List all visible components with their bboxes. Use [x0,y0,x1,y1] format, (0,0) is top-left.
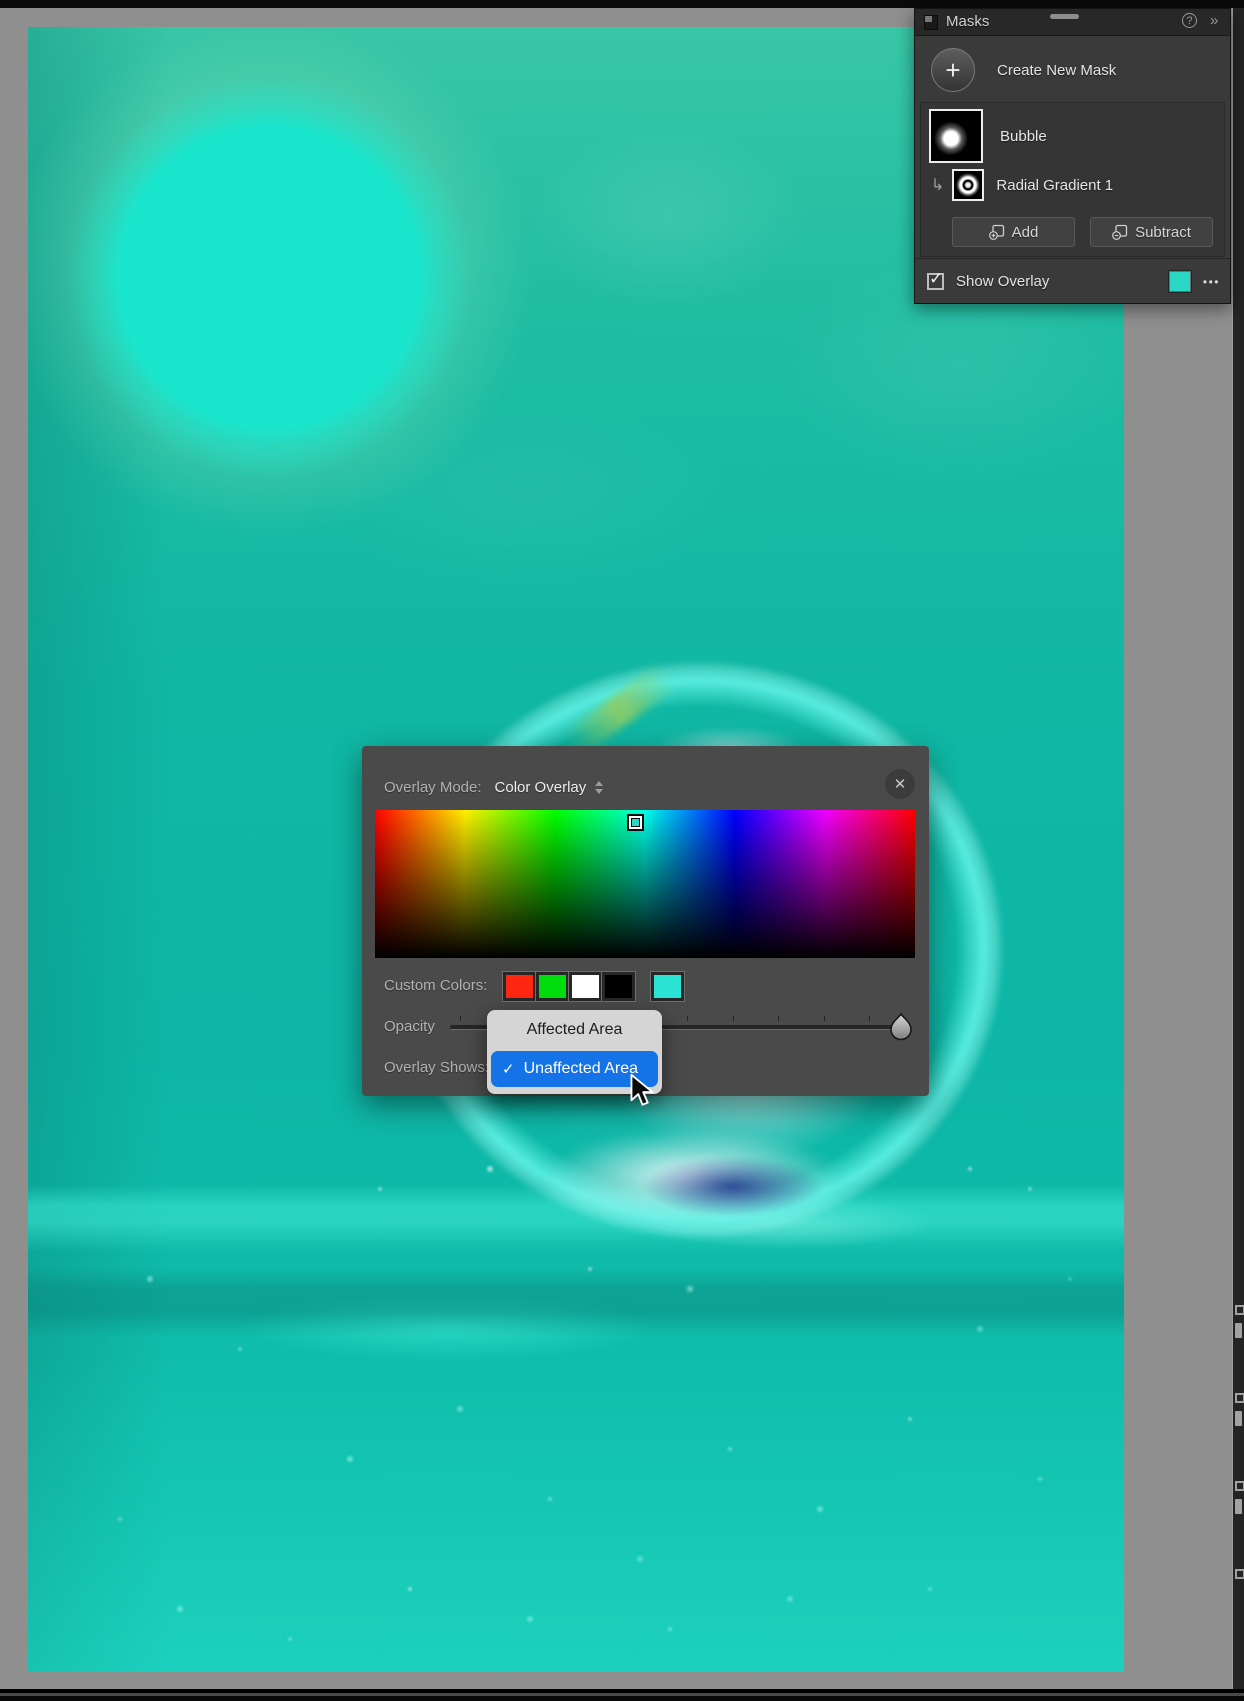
show-overlay-checkbox[interactable]: ✓ [927,269,944,290]
overlay-color-swatch[interactable] [1168,271,1191,292]
close-icon[interactable]: ✕ [885,769,915,799]
clipped-panel-glyph [1235,1411,1242,1426]
ice-shadow [620,1149,845,1224]
clipped-panel-glyph [1235,1393,1244,1403]
clipped-panel-glyph [1235,1323,1242,1338]
mask-component-radial-gradient[interactable]: ↳ Radial Gradient 1 [929,169,1216,201]
opacity-label: Opacity [384,1018,435,1035]
mask-component-thumbnail[interactable] [952,169,985,201]
mask-name: Bubble [1000,127,1047,145]
lightroom-workspace: { "masks_panel": { "title": "Masks", "he… [0,0,1244,1701]
subtract-button[interactable]: Subtract [1090,217,1213,247]
panel-icon [924,15,938,30]
active-color-swatch[interactable] [650,971,685,1002]
opacity-slider-handle[interactable] [888,1011,914,1043]
overlay-shows-dropdown: Affected Area ✓ Unaffected Area [487,1010,662,1094]
masks-panel-header[interactable]: Masks ? » [915,9,1230,36]
slider-tick [460,1016,461,1021]
right-panel-edge [1232,8,1244,1689]
subtract-mask-icon [1112,224,1128,240]
mask-component-name: Radial Gradient 1 [996,176,1114,194]
slider-tick [733,1016,734,1021]
custom-color-swatch-red[interactable] [502,971,537,1002]
show-overlay-row: ✓ Show Overlay ••• [927,259,1220,304]
panel-drag-handle-icon[interactable] [1050,14,1079,19]
add-button-label: Add [1011,223,1039,241]
ice-speckles [28,27,32,31]
overlay-mode-label: Overlay Mode: [384,778,482,796]
plus-icon[interactable]: + [931,48,975,92]
checkmark-icon: ✓ [502,1061,515,1078]
clipped-panel-glyph [1235,1305,1244,1315]
clipped-panel-glyph [1235,1481,1244,1491]
add-mask-icon [988,224,1004,240]
custom-color-swatch-white[interactable] [568,971,603,1002]
custom-color-swatch-green[interactable] [535,971,570,1002]
custom-color-swatch-black[interactable] [601,971,636,1002]
color-picker-field[interactable] [375,810,915,958]
slider-tick [869,1016,870,1021]
show-overlay-label: Show Overlay [956,273,1050,290]
create-new-mask-label: Create New Mask [997,61,1117,79]
create-new-mask-button[interactable]: + Create New Mask [931,45,1116,95]
clipped-panel-glyph [1235,1569,1244,1579]
clipped-panel-glyph [1235,1499,1242,1514]
help-icon[interactable]: ? [1182,13,1197,28]
dropdown-option-unaffected-area[interactable]: ✓ Unaffected Area [491,1051,658,1087]
overlay-mode-select[interactable]: Color Overlay [495,779,587,796]
window-top-bar [0,0,1244,8]
color-picker-marker[interactable] [627,814,644,831]
stepper-icon[interactable] [595,780,604,794]
masks-panel: Masks ? » + Create New Mask Bubble ↳ Rad… [914,8,1231,304]
overlay-shows-label: Overlay Shows: [384,1059,490,1076]
slider-tick [687,1016,688,1021]
masks-panel-title: Masks [946,13,990,30]
window-bottom-bar [0,1689,1244,1701]
dropdown-option-affected-area[interactable]: Affected Area [487,1010,662,1050]
marker-color [631,818,640,827]
add-button[interactable]: Add [952,217,1075,247]
slider-tick [778,1016,779,1021]
custom-colors-label: Custom Colors: [384,977,488,994]
slider-tick [824,1016,825,1021]
collapse-panel-icon[interactable]: » [1210,12,1218,29]
subtract-button-label: Subtract [1135,223,1191,241]
mask-item-bubble[interactable]: Bubble [929,109,1216,163]
more-options-icon[interactable]: ••• [1203,275,1220,289]
sub-component-arrow-icon: ↳ [931,177,945,194]
checkmark-icon: ✓ [929,269,944,288]
dropdown-option-label: Unaffected Area [523,1060,639,1077]
mask-thumbnail[interactable] [929,109,983,163]
mask-list: Bubble ↳ Radial Gradient 1 Add Subtract [920,102,1225,257]
